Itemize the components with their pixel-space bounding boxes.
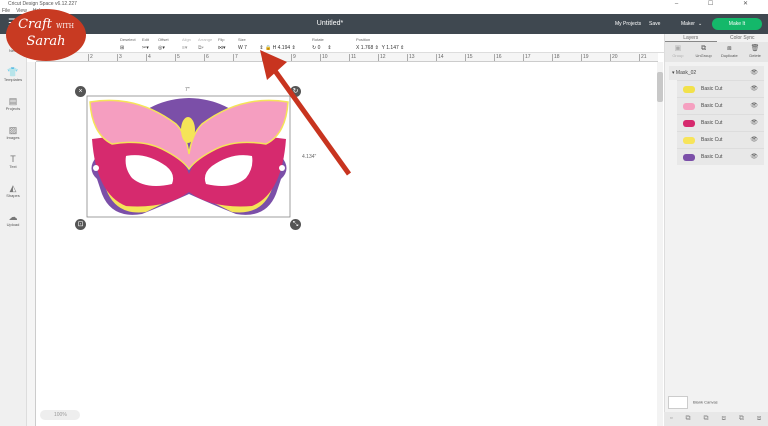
tab-color-sync[interactable]: Color Sync	[717, 34, 768, 42]
sidebar-item-text[interactable]: T Text	[0, 150, 26, 179]
resize-handle-icon[interactable]: ⤡	[290, 219, 301, 230]
arrow-annotation	[260, 50, 352, 176]
layers-panel: Layers Color Sync ▣ Group ⧉ UnGroup ⧈ Duplic…	[664, 34, 768, 426]
width-input[interactable]: 7	[244, 45, 247, 51]
machine-select[interactable]: Maker	[681, 21, 695, 27]
ruler-tick: 17	[523, 54, 531, 61]
save-button[interactable]: Save	[649, 21, 660, 27]
width-dimension-label: 7"	[185, 87, 190, 93]
ruler-tick: 2	[88, 54, 93, 61]
deselect-button[interactable]: Deselect ⊞	[120, 37, 136, 51]
window-controls[interactable]: – ☐ ✕	[675, 0, 762, 7]
layer-thumbnail	[683, 154, 695, 161]
layer-item[interactable]: Basic Cut 👁	[677, 97, 764, 114]
x-input[interactable]: 1.768	[361, 45, 374, 51]
image-icon: ▨	[8, 125, 18, 135]
eye-icon[interactable]: 👁	[750, 81, 758, 98]
layer-item[interactable]: Basic Cut 👁	[677, 80, 764, 97]
ungroup-button[interactable]: ⧉ UnGroup	[691, 42, 717, 62]
trash-icon: 🗑	[750, 45, 760, 52]
text-icon: T	[10, 154, 16, 164]
ruler-tick: 21	[639, 54, 647, 61]
delete-handle-icon[interactable]: ×	[75, 86, 86, 97]
upload-icon: ☁	[8, 212, 18, 222]
craft-with-sarah-logo: Craft WITH Sarah	[6, 9, 86, 61]
lock-handle-icon[interactable]: ⊡	[75, 219, 86, 230]
duplicate-icon: ⧈	[727, 45, 732, 52]
sidebar-item-shapes[interactable]: ◭ Shapes	[0, 179, 26, 208]
ruler-tick: 3	[117, 54, 122, 61]
ungroup-icon: ⧉	[701, 45, 707, 52]
project-title: Untitled*	[316, 20, 344, 27]
layer-item[interactable]: Basic Cut 👁	[677, 148, 764, 165]
projects-icon: ▤	[8, 96, 18, 106]
eye-icon[interactable]: 👁	[750, 115, 758, 132]
y-input[interactable]: 1.147	[386, 45, 399, 51]
arrange-button[interactable]: Arrange ⧉▾	[198, 37, 212, 51]
eye-icon[interactable]: 👁	[750, 132, 758, 149]
panel-bottom-toolbar[interactable]: ▫⧉⧉⧈⧉⧈	[664, 412, 768, 426]
blank-canvas[interactable]: Blank Canvas	[668, 396, 718, 409]
layer-group[interactable]: ▾ Mask_02 👁	[669, 66, 764, 80]
flip-button[interactable]: Flip ⋈▾	[218, 37, 226, 51]
layer-item[interactable]: Basic Cut 👁	[677, 114, 764, 131]
shirt-icon: 👕	[7, 67, 19, 77]
eye-icon[interactable]: 👁	[750, 98, 758, 115]
vertical-scrollbar[interactable]	[657, 62, 663, 426]
ruler-tick: 5	[175, 54, 180, 61]
ruler-tick: 15	[465, 54, 473, 61]
ruler-tick: 7	[233, 54, 238, 61]
ruler-tick: 13	[407, 54, 415, 61]
layer-item[interactable]: Basic Cut 👁	[677, 131, 764, 148]
my-projects-link[interactable]: My Projects	[615, 21, 641, 27]
window-title: Cricut Design Space v6.12.227	[8, 1, 77, 7]
delete-button[interactable]: 🗑 Delete	[742, 42, 768, 62]
ruler-tick: 20	[610, 54, 618, 61]
sidebar-item-upload[interactable]: ☁ Upload	[0, 208, 26, 237]
ruler-tick: 6	[204, 54, 209, 61]
layer-thumbnail	[683, 137, 695, 144]
align-button[interactable]: Align ≡▾	[182, 37, 191, 51]
ruler-tick: 16	[494, 54, 502, 61]
offset-button[interactable]: Offset ◎▾	[158, 37, 169, 51]
layer-thumbnail	[683, 120, 695, 127]
zoom-control[interactable]: 100%	[40, 410, 80, 420]
position-group: Position X 1.768 ⇕ Y 1.147 ⇕	[356, 37, 405, 51]
layer-thumbnail	[683, 86, 695, 93]
left-sidebar: ⊕New 👕Templates ▤Projects ▨Images TText …	[0, 34, 27, 426]
shapes-icon: ◭	[9, 183, 17, 193]
edit-button[interactable]: Edit ✂▾	[142, 37, 149, 51]
header: ☰ Untitled* My Projects Save Maker ⌄ Mak…	[0, 14, 768, 34]
ruler-tick: 19	[581, 54, 589, 61]
group-icon: ▣	[674, 45, 682, 52]
ruler-tick: 14	[436, 54, 444, 61]
duplicate-button[interactable]: ⧈ Duplicate	[717, 42, 743, 62]
group-button[interactable]: ▣ Group	[665, 42, 691, 62]
chevron-down-icon[interactable]: ⌄	[698, 21, 702, 27]
ruler-tick: 4	[146, 54, 151, 61]
tab-layers[interactable]: Layers	[665, 34, 717, 42]
layer-thumbnail	[683, 103, 695, 110]
sidebar-item-images[interactable]: ▨ Images	[0, 121, 26, 150]
sidebar-item-projects[interactable]: ▤ Projects	[0, 92, 26, 121]
sidebar-item-templates[interactable]: 👕 Templates	[0, 63, 26, 92]
eye-icon[interactable]: 👁	[750, 66, 758, 80]
vertical-ruler	[27, 62, 36, 426]
eye-icon[interactable]: 👁	[750, 149, 758, 166]
ruler-tick: 12	[378, 54, 386, 61]
ruler-tick: 18	[552, 54, 560, 61]
make-it-button[interactable]: Make It	[712, 18, 762, 30]
